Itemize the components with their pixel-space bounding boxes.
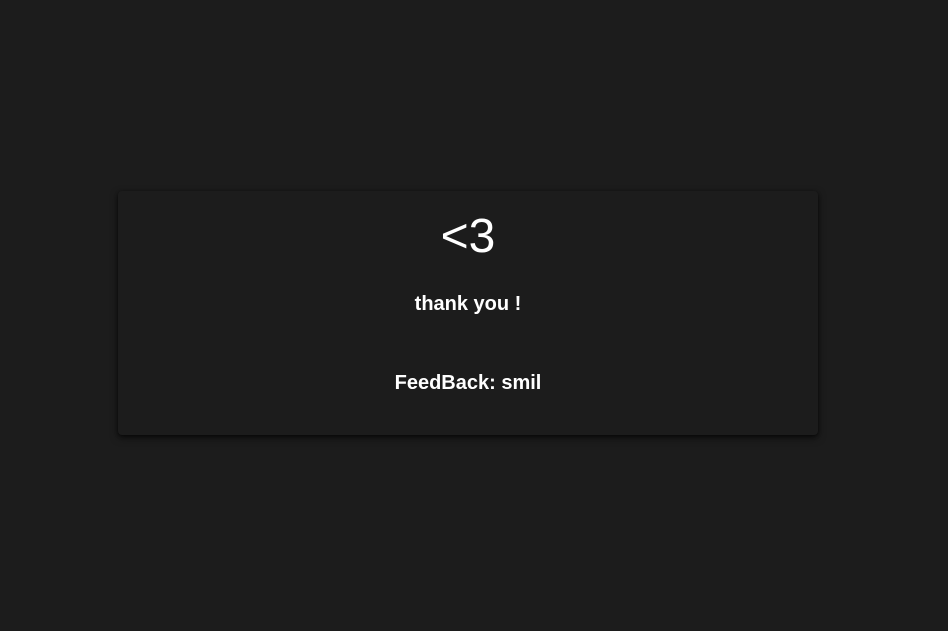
thank-you-message: thank you ! xyxy=(414,293,522,315)
thank-you-card: <3 thank you ! FeedBack: smil xyxy=(118,191,818,435)
page: <3 thank you ! FeedBack: smil xyxy=(0,0,948,631)
feedback-text: FeedBack: smil xyxy=(394,372,542,394)
heart-symbol: <3 xyxy=(440,210,496,263)
